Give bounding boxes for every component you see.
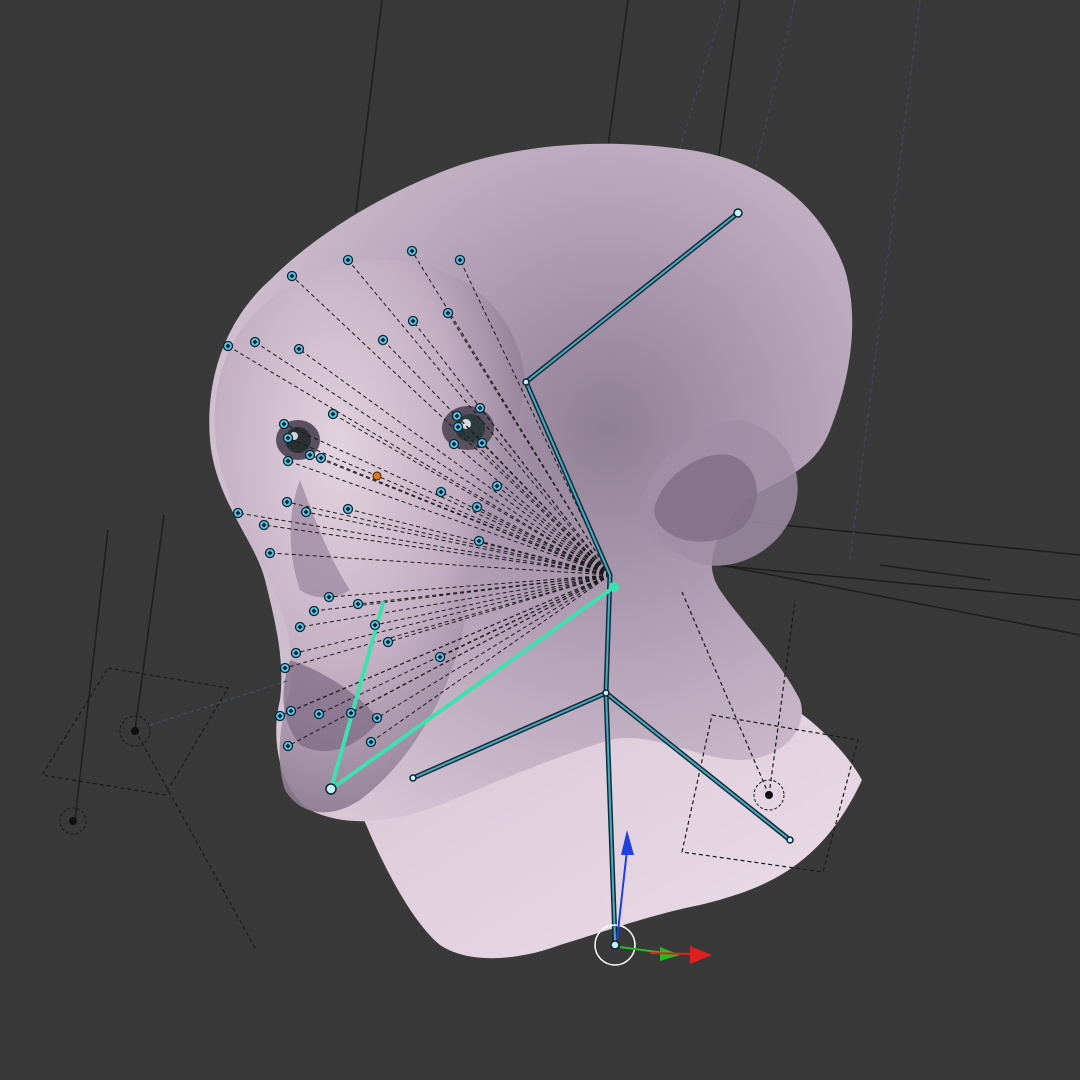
control-marker[interactable] xyxy=(365,736,377,748)
x-axis-handle[interactable] xyxy=(649,952,693,955)
control-marker[interactable] xyxy=(315,452,327,464)
control-marker[interactable] xyxy=(406,245,418,257)
bone-joint-neck-right[interactable] xyxy=(786,836,794,844)
control-marker[interactable] xyxy=(258,519,270,531)
control-marker[interactable] xyxy=(382,636,394,648)
3d-viewport[interactable] xyxy=(0,0,1080,1080)
control-marker[interactable] xyxy=(442,307,454,319)
bone-joint-head[interactable] xyxy=(733,208,743,218)
control-marker[interactable] xyxy=(285,705,297,717)
control-marker[interactable] xyxy=(286,270,298,282)
control-marker[interactable] xyxy=(435,486,447,498)
control-marker[interactable] xyxy=(377,334,389,346)
control-marker[interactable] xyxy=(278,418,290,430)
control-marker[interactable] xyxy=(454,254,466,266)
control-marker[interactable] xyxy=(222,340,234,352)
control-marker[interactable] xyxy=(282,455,294,467)
control-marker[interactable] xyxy=(264,547,276,559)
control-marker[interactable] xyxy=(342,503,354,515)
control-marker[interactable] xyxy=(473,535,485,547)
control-marker[interactable] xyxy=(369,619,381,631)
control-marker[interactable] xyxy=(282,432,294,444)
control-marker[interactable] xyxy=(345,707,357,719)
control-marker[interactable] xyxy=(471,501,483,513)
control-marker[interactable] xyxy=(342,254,354,266)
empty-lower-left-icon[interactable] xyxy=(59,807,87,835)
control-marker[interactable] xyxy=(448,438,460,450)
control-marker[interactable] xyxy=(308,605,320,617)
control-marker[interactable] xyxy=(232,507,244,519)
control-marker[interactable] xyxy=(294,621,306,633)
control-marker[interactable] xyxy=(327,408,339,420)
control-marker[interactable] xyxy=(249,336,261,348)
object-origin-icon[interactable] xyxy=(372,471,382,481)
control-marker[interactable] xyxy=(300,506,312,518)
bone-joint-hub[interactable] xyxy=(602,689,610,697)
empty-left[interactable] xyxy=(41,667,291,949)
y-axis-handle[interactable] xyxy=(619,946,666,954)
bone-joint-neck-left[interactable] xyxy=(409,774,417,782)
control-marker[interactable] xyxy=(451,410,463,422)
control-marker[interactable] xyxy=(352,598,364,610)
bone-joint-lip[interactable] xyxy=(325,783,337,795)
control-marker[interactable] xyxy=(371,712,383,724)
control-marker[interactable] xyxy=(279,662,291,674)
control-marker[interactable] xyxy=(274,710,286,722)
control-marker[interactable] xyxy=(293,343,305,355)
control-marker[interactable] xyxy=(281,496,293,508)
control-marker[interactable] xyxy=(474,402,486,414)
control-marker[interactable] xyxy=(304,449,316,461)
control-marker[interactable] xyxy=(434,651,446,663)
control-marker[interactable] xyxy=(476,437,488,449)
empty-left-icon[interactable] xyxy=(119,715,151,747)
x-axis-arrow-icon[interactable] xyxy=(690,946,712,964)
control-marker[interactable] xyxy=(491,480,503,492)
bone-joint-active[interactable] xyxy=(609,582,619,592)
control-marker[interactable] xyxy=(452,421,464,433)
bone-joint-brow[interactable] xyxy=(522,378,530,386)
control-marker[interactable] xyxy=(290,647,302,659)
control-marker[interactable] xyxy=(313,708,325,720)
control-marker[interactable] xyxy=(323,591,335,603)
control-marker[interactable] xyxy=(407,315,419,327)
control-marker[interactable] xyxy=(282,740,294,752)
viewport-scene[interactable] xyxy=(0,0,1080,1080)
